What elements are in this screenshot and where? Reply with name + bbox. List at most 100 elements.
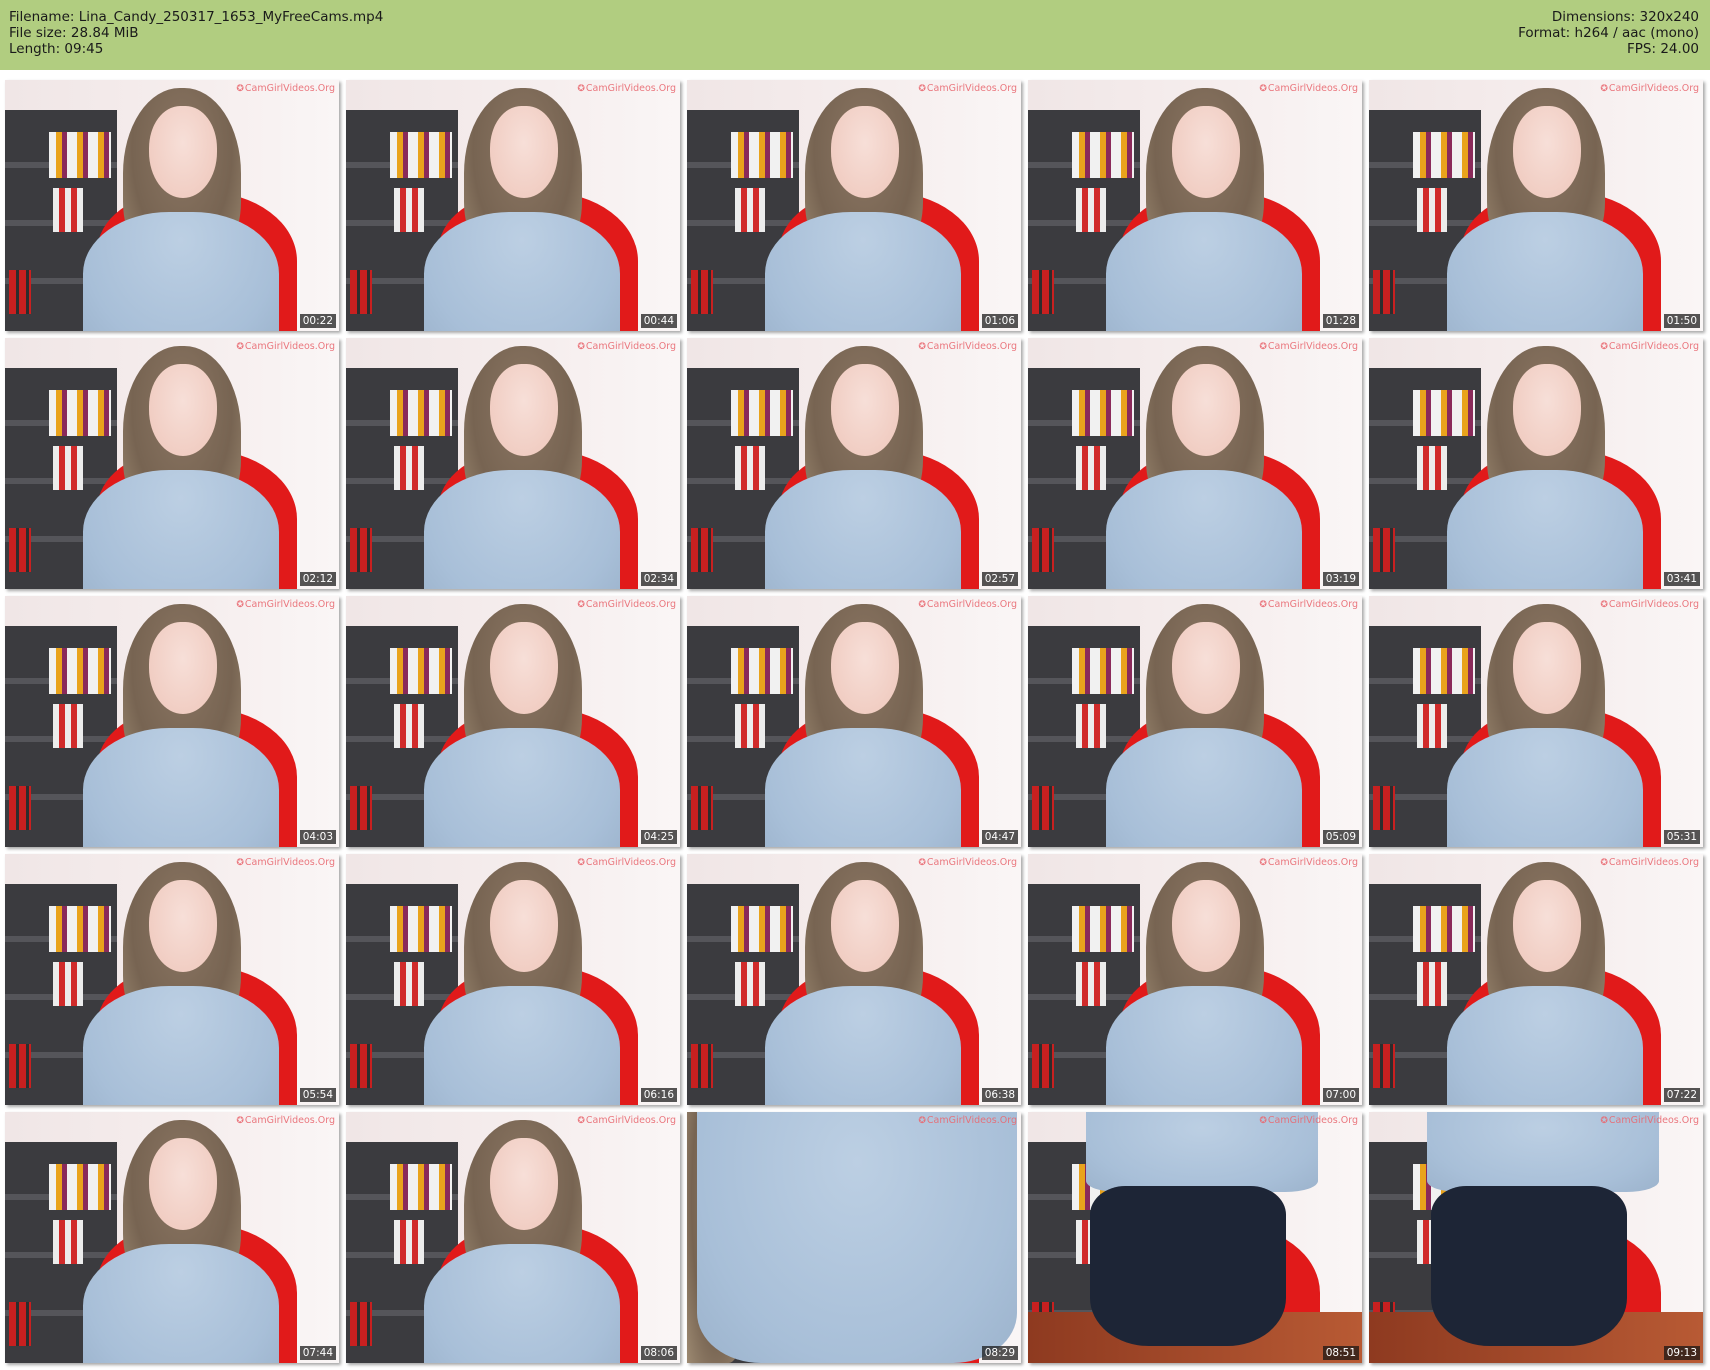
watermark-logo-icon: ✪ [236, 1116, 244, 1126]
watermark-logo-icon: ✪ [918, 858, 926, 868]
watermark: ✪CamGirlVideos.Org [918, 857, 1017, 868]
watermark-text: CamGirlVideos.Org [1608, 599, 1699, 610]
frame-binders [1413, 390, 1475, 436]
watermark-logo-icon: ✪ [236, 858, 244, 868]
frame-face [149, 364, 217, 456]
watermark: ✪CamGirlVideos.Org [918, 83, 1017, 94]
header-right: Dimensions: 320x240 Format: h264 / aac (… [1518, 9, 1699, 57]
frame-binders2 [53, 1220, 83, 1264]
watermark-logo-icon: ✪ [577, 858, 585, 868]
video-thumbnail: ✪CamGirlVideos.Org 02:12 [5, 338, 339, 589]
info-header: Filename: Lina_Candy_250317_1653_MyFreeC… [0, 0, 1710, 70]
frame-body-top [1106, 728, 1302, 847]
watermark-logo-icon: ✪ [1259, 858, 1267, 868]
format-text: Format: h264 / aac (mono) [1518, 25, 1699, 41]
frame-binders3 [691, 270, 713, 314]
frame-binders [731, 390, 793, 436]
frame-binders3 [9, 1044, 31, 1088]
video-thumbnail: ✪CamGirlVideos.Org 01:28 [1028, 80, 1362, 331]
timestamp-label: 00:44 [640, 314, 677, 328]
frame-binders3 [1032, 1044, 1054, 1088]
timestamp-label: 08:06 [640, 1346, 677, 1360]
frame-binders3 [9, 270, 31, 314]
frame-binders2 [1076, 704, 1106, 748]
frame-binders3 [1032, 786, 1054, 830]
frame-body-top [765, 212, 961, 331]
frame-body-top [1447, 986, 1643, 1105]
watermark-text: CamGirlVideos.Org [585, 83, 676, 94]
timestamp-label: 06:38 [981, 1088, 1018, 1102]
watermark-text: CamGirlVideos.Org [585, 599, 676, 610]
watermark: ✪CamGirlVideos.Org [236, 599, 335, 610]
frame-face [149, 1138, 217, 1230]
frame-face [490, 364, 558, 456]
timestamp-label: 09:13 [1663, 1346, 1700, 1360]
frame-binders3 [1032, 528, 1054, 572]
watermark-logo-icon: ✪ [577, 1116, 585, 1126]
frame-binders3 [691, 786, 713, 830]
frame-binders3 [350, 1044, 372, 1088]
timestamp-label: 01:06 [981, 314, 1018, 328]
frame-binders [731, 906, 793, 952]
watermark-text: CamGirlVideos.Org [244, 83, 335, 94]
frame-binders2 [53, 704, 83, 748]
watermark-text: CamGirlVideos.Org [1608, 83, 1699, 94]
video-thumbnail: ✪CamGirlVideos.Org 07:22 [1369, 854, 1703, 1105]
timestamp-label: 01:50 [1663, 314, 1700, 328]
video-thumbnail: ✪CamGirlVideos.Org 05:09 [1028, 596, 1362, 847]
frame-body-top [424, 212, 620, 331]
timestamp-label: 07:00 [1322, 1088, 1359, 1102]
frame-binders2 [53, 962, 83, 1006]
watermark-text: CamGirlVideos.Org [585, 857, 676, 868]
watermark-logo-icon: ✪ [918, 84, 926, 94]
video-thumbnail: ✪CamGirlVideos.Org 08:29 [687, 1112, 1021, 1363]
watermark: ✪CamGirlVideos.Org [1259, 599, 1358, 610]
frame-body-top [83, 728, 279, 847]
video-thumbnail: ✪CamGirlVideos.Org 05:31 [1369, 596, 1703, 847]
watermark-text: CamGirlVideos.Org [1267, 341, 1358, 352]
watermark-logo-icon: ✪ [236, 84, 244, 94]
watermark-text: CamGirlVideos.Org [585, 1115, 676, 1126]
frame-binders3 [350, 528, 372, 572]
frame-binders3 [1032, 270, 1054, 314]
timestamp-label: 04:25 [640, 830, 677, 844]
timestamp-label: 08:29 [981, 1346, 1018, 1360]
frame-binders3 [1373, 786, 1395, 830]
watermark-text: CamGirlVideos.Org [1608, 857, 1699, 868]
frame-binders2 [1076, 188, 1106, 232]
watermark-logo-icon: ✪ [577, 84, 585, 94]
watermark: ✪CamGirlVideos.Org [918, 341, 1017, 352]
frame-binders [1413, 906, 1475, 952]
watermark-logo-icon: ✪ [577, 600, 585, 610]
timestamp-label: 03:41 [1663, 572, 1700, 586]
timestamp-label: 06:16 [640, 1088, 677, 1102]
timestamp-label: 04:03 [299, 830, 336, 844]
watermark: ✪CamGirlVideos.Org [1259, 341, 1358, 352]
frame-binders [731, 132, 793, 178]
timestamp-label: 02:34 [640, 572, 677, 586]
frame-binders [1072, 648, 1134, 694]
watermark: ✪CamGirlVideos.Org [1600, 83, 1699, 94]
video-thumbnail: ✪CamGirlVideos.Org 08:06 [346, 1112, 680, 1363]
frame-body-top [765, 728, 961, 847]
watermark-logo-icon: ✪ [1600, 600, 1608, 610]
frame-face [149, 106, 217, 198]
timestamp-label: 04:47 [981, 830, 1018, 844]
video-thumbnail: ✪CamGirlVideos.Org 07:00 [1028, 854, 1362, 1105]
frame-face [149, 880, 217, 972]
watermark: ✪CamGirlVideos.Org [918, 599, 1017, 610]
frame-binders [390, 390, 452, 436]
frame-binders2 [53, 188, 83, 232]
frame-body-top [697, 1112, 1017, 1363]
watermark-logo-icon: ✪ [236, 600, 244, 610]
frame-binders2 [1076, 962, 1106, 1006]
timestamp-label: 07:22 [1663, 1088, 1700, 1102]
frame-binders2 [1417, 188, 1447, 232]
watermark-logo-icon: ✪ [1600, 84, 1608, 94]
frame-face [1172, 106, 1240, 198]
frame-body-top [424, 470, 620, 589]
frame-binders3 [1373, 270, 1395, 314]
frame-binders3 [350, 786, 372, 830]
frame-face [490, 106, 558, 198]
timestamp-label: 08:51 [1322, 1346, 1359, 1360]
